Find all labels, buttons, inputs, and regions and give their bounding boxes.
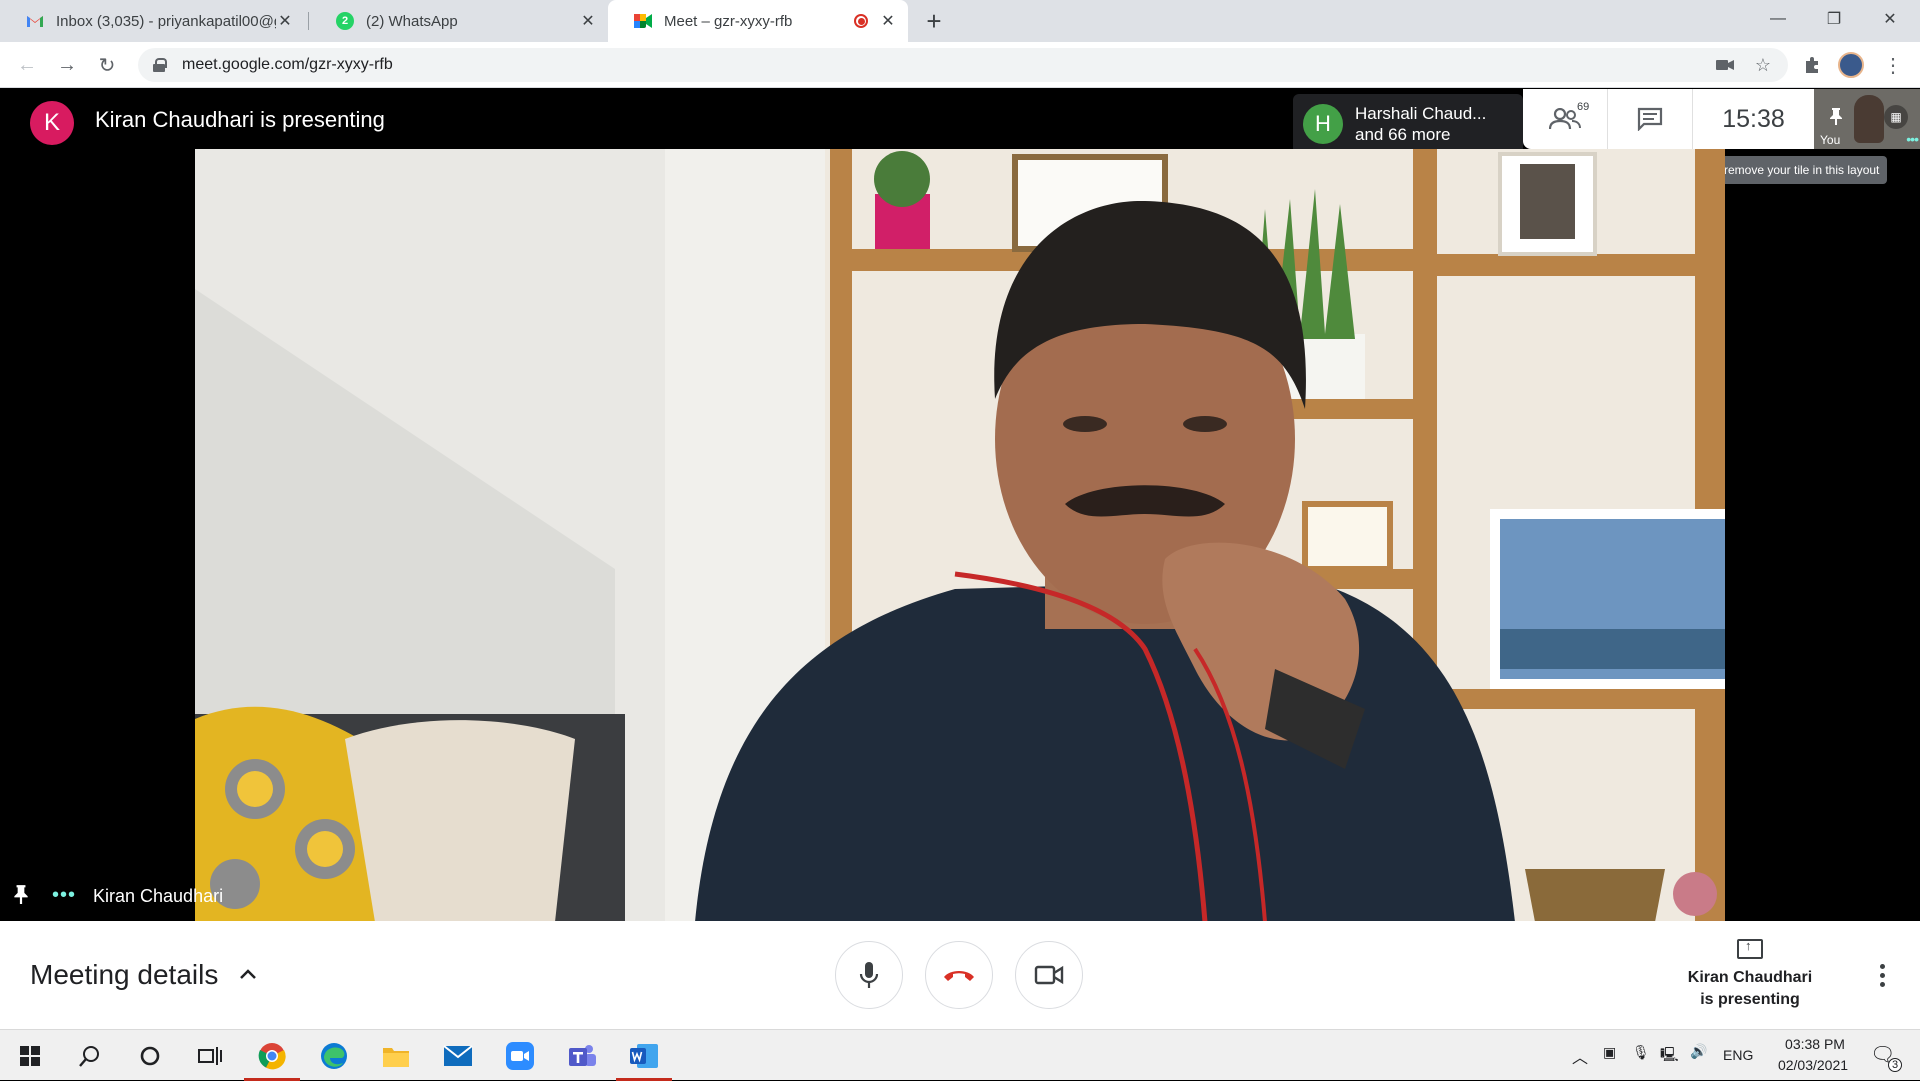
meet-now-icon[interactable]: ▣ (1603, 1044, 1616, 1061)
volume-icon[interactable]: 🔊 (1690, 1043, 1707, 1060)
tab-gmail[interactable]: Inbox (3,035) - priyankapatil00@g ✕ (0, 0, 305, 42)
camera-icon (1034, 965, 1064, 985)
presenting-status[interactable]: Kiran Chaudhari is presenting (1660, 938, 1840, 1011)
self-video-thumbnail (1854, 95, 1884, 143)
tab-meet[interactable]: Meet – gzr-xyxy-rfb ✕ (608, 0, 908, 42)
search-icon[interactable] (62, 1030, 118, 1081)
google-meet-icon (634, 12, 652, 30)
browser-menu-icon[interactable]: ⋮ (1878, 50, 1908, 80)
bookmark-star-icon[interactable]: ☆ (1746, 48, 1780, 82)
file-explorer-icon[interactable] (368, 1030, 424, 1081)
meeting-clock: 15:38 (1722, 104, 1785, 133)
url-text: meet.google.com/gzr-xyxy-rfb (182, 56, 393, 73)
recording-indicator-icon (854, 14, 868, 28)
task-view-icon[interactable] (182, 1030, 238, 1081)
pin-icon[interactable] (14, 884, 28, 909)
new-tab-button[interactable]: + (920, 8, 948, 36)
mail-icon[interactable] (430, 1030, 486, 1081)
browser-toolbar: ← → ↻ meet.google.com/gzr-xyxy-rfb ☆ ⋮ (0, 42, 1920, 88)
presenting-status-name: Kiran Chaudhari (1687, 969, 1813, 986)
reload-icon[interactable]: ↻ (92, 50, 122, 80)
self-video-tile[interactable]: ▦ You ••• (1814, 89, 1920, 149)
whatsapp-icon: 2 (336, 12, 354, 30)
cortana-icon[interactable] (122, 1030, 178, 1081)
presenter-video (195, 149, 1725, 922)
tray-chevron-up-icon[interactable]: ︿ (1572, 1044, 1588, 1068)
notification-count-badge: 3 (1888, 1058, 1902, 1072)
windows-taskbar: ︿ ▣ 🎙 🖳 🔊 ENG 03:38 PM 02/03/2021 🗨 3 (0, 1029, 1920, 1081)
close-icon[interactable]: ✕ (578, 11, 598, 31)
minimize-icon[interactable]: — (1750, 0, 1806, 38)
more-options-icon[interactable]: ••• (1906, 131, 1919, 147)
end-call-icon (944, 971, 974, 981)
meet-stage: K Kiran Chaudhari is presenting H Harsha… (0, 89, 1920, 922)
zoom-icon[interactable] (492, 1030, 548, 1081)
grid-off-icon[interactable]: ▦ (1884, 105, 1908, 129)
tab-title: Inbox (3,035) - priyankapatil00@g (56, 12, 276, 30)
microphone-icon (859, 962, 879, 988)
gmail-icon (26, 12, 44, 30)
chat-button[interactable] (1608, 89, 1693, 149)
clock-time[interactable]: 03:38 PM (1776, 1036, 1854, 1052)
chrome-icon[interactable] (244, 1030, 300, 1081)
camera-button[interactable] (1015, 941, 1083, 1009)
present-screen-icon (1737, 938, 1763, 959)
word-icon[interactable] (616, 1030, 672, 1081)
restore-icon[interactable]: ❐ (1806, 0, 1862, 38)
people-button[interactable]: 69 (1523, 89, 1608, 149)
back-icon[interactable]: ← (12, 50, 42, 80)
camera-in-use-icon[interactable] (1708, 48, 1742, 82)
window-close-icon[interactable]: ✕ (1862, 0, 1918, 38)
close-icon[interactable]: ✕ (275, 11, 295, 31)
participant-count: 69 (1577, 101, 1590, 113)
address-bar[interactable]: meet.google.com/gzr-xyxy-rfb ☆ (138, 48, 1788, 82)
windows-start-icon[interactable] (2, 1030, 58, 1081)
clock-date[interactable]: 02/03/2021 (1770, 1057, 1856, 1073)
close-icon[interactable]: ✕ (878, 11, 898, 31)
lock-icon (152, 58, 167, 72)
meet-controls-bar: Meeting details Kiran Chaudhari is prese… (0, 921, 1920, 1029)
presenting-status-text: is presenting (1700, 991, 1800, 1008)
tray-microphone-icon[interactable]: 🎙 (1632, 1044, 1650, 1061)
presenter-avatar: K (30, 101, 74, 145)
profile-avatar[interactable] (1838, 52, 1864, 78)
browser-tab-strip: Inbox (3,035) - priyankapatil00@g ✕ 2 (2… (0, 0, 1920, 42)
more-options-icon[interactable] (1870, 955, 1894, 995)
microphone-button[interactable] (835, 941, 903, 1009)
end-call-button[interactable] (925, 941, 993, 1009)
self-label: You (1820, 133, 1841, 147)
chat-icon (1637, 107, 1663, 131)
forward-icon[interactable]: → (52, 50, 82, 80)
participant-name: Harshali Chaud... (1355, 104, 1487, 123)
teams-icon[interactable] (554, 1030, 610, 1081)
pin-icon[interactable] (1830, 107, 1842, 128)
presenter-video-frame (195, 149, 1725, 922)
chevron-up-icon[interactable] (236, 959, 260, 989)
more-options-icon[interactable]: ••• (52, 884, 76, 907)
tile-name-label: Kiran Chaudhari (93, 886, 224, 906)
participants-chip[interactable]: H Harshali Chaud... and 66 more (1293, 94, 1523, 154)
edge-icon[interactable] (306, 1030, 362, 1081)
participant-avatar: H (1303, 104, 1343, 144)
meet-top-panel: 69 15:38 (1523, 89, 1814, 149)
network-icon[interactable]: 🖳 (1660, 1044, 1679, 1068)
presenting-banner: Kiran Chaudhari is presenting (95, 107, 385, 132)
meeting-details-button[interactable]: Meeting details (30, 959, 218, 991)
tab-title: (2) WhatsApp (366, 12, 458, 30)
tab-whatsapp[interactable]: 2 (2) WhatsApp ✕ (310, 0, 608, 42)
tab-divider (308, 12, 309, 30)
extensions-icon[interactable] (1797, 50, 1827, 80)
input-language[interactable]: ENG (1723, 1047, 1753, 1063)
tab-title: Meet – gzr-xyxy-rfb (664, 12, 793, 30)
participant-more: and 66 more (1355, 125, 1451, 144)
